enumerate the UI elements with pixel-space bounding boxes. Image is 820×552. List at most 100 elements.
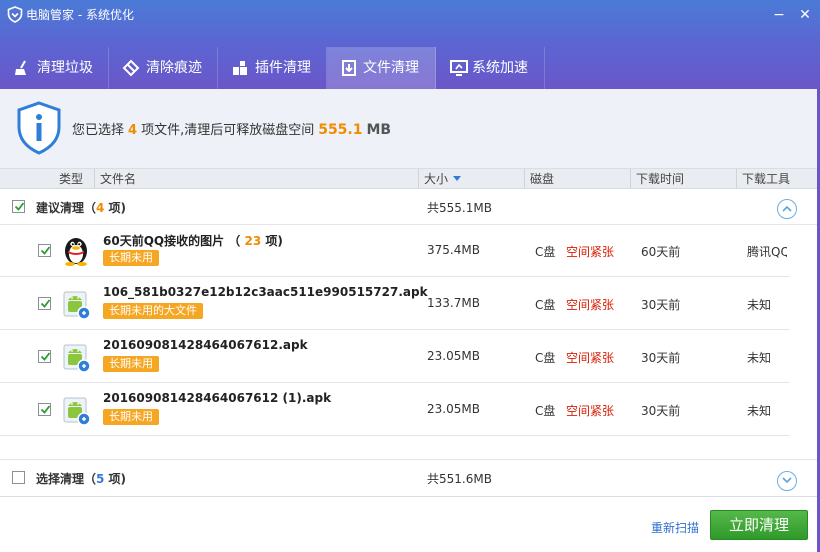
file-size: 23.05MB [427,349,480,363]
group-optional: 选择清理（5 项) 共551.6MB [0,460,820,496]
summary-banner: 您已选择 4 项文件,清理后可释放磁盘空间 555.1 MB [0,89,820,169]
disk-status: 空间紧张 [566,351,615,365]
row-checkbox[interactable] [38,403,51,416]
tab-file-clean[interactable]: 文件清理 [327,47,436,89]
selected-count: 4 [128,123,138,138]
row-checkbox[interactable] [38,350,51,363]
tencent-shield-logo-icon [7,6,23,23]
tab-plugin-clean[interactable]: 插件清理 [218,47,327,89]
file-size: 375.4MB [427,243,480,257]
download-tool: 未知 [747,351,772,365]
check-icon [40,246,51,255]
file-row[interactable]: 60天前QQ接收的图片 （ 23 项) 长期未用 375.4MB C盘 空间紧张… [0,224,790,277]
file-row[interactable]: 20160908142846406761​2.apk 长期未用 23.05MB … [0,330,790,383]
android-apk-icon [63,397,91,426]
rescan-link[interactable]: 重新扫描 [651,519,699,536]
column-header-tool[interactable]: 下载工具 [736,169,820,189]
unused-tag: 长期未用 [103,356,159,372]
group-title-suffix: 项) [104,201,127,215]
column-header-size-label: 大小 [424,172,449,186]
monitor-speed-icon [450,60,468,76]
group-title-prefix: 选择清理（ [36,472,97,486]
tab-clear-traces[interactable]: 清除痕迹 [109,47,218,89]
group-title: 建议清理（4 项) [36,199,126,216]
file-row[interactable]: 106_581b0327e12b12c3aac511e990515727.apk… [0,277,790,330]
freeable-size: 555.1 [318,122,363,138]
top-bar: 电脑管家 - 系统优化 − ✕ 清理垃圾 清除痕迹 插件清理 文件清理 系统加速 [0,0,820,89]
group-title-prefix: 建议清理（ [36,201,97,215]
tab-label: 清理垃圾 [37,60,93,76]
android-apk-icon [63,344,91,373]
clean-now-button[interactable]: 立即清理 [710,510,808,540]
group-title-suffix: 项) [104,472,127,486]
selection-summary: 您已选择 4 项文件,清理后可释放磁盘空间 555.1 MB [72,119,391,138]
column-header-name[interactable]: 文件名 [94,169,418,189]
close-button[interactable]: ✕ [794,4,816,26]
tab-label: 插件清理 [255,60,311,76]
group-checkbox[interactable] [12,200,25,213]
column-header-size[interactable]: 大小 [418,169,524,189]
group-title: 选择清理（5 项) [36,470,126,487]
column-header-disk[interactable]: 磁盘 [524,169,630,189]
sort-desc-icon [453,176,462,181]
unused-tag: 长期未用 [103,250,159,266]
tab-label: 文件清理 [363,60,419,76]
summary-middle: 项文件,清理后可释放磁盘空间 [141,123,315,138]
check-icon [40,405,51,414]
column-header-time[interactable]: 下载时间 [630,169,736,189]
download-tool: 未知 [747,404,772,418]
freeable-unit: MB [366,122,392,138]
file-name: 20160908142846406761​2.apk [103,338,308,352]
expand-button[interactable] [777,471,797,491]
file-disk: C盘 [535,245,556,259]
window-title: 电脑管家 - 系统优化 [26,8,134,22]
file-disk: C盘 [535,404,556,418]
file-size: 23.05MB [427,402,480,416]
title-bar: 电脑管家 - 系统优化 − ✕ [0,0,820,30]
column-header-type[interactable]: 类型 [54,169,94,189]
tab-bar: 清理垃圾 清除痕迹 插件清理 文件清理 系统加速 [0,47,820,89]
download-tool: 腾讯QQ [747,245,787,259]
tab-label: 清除痕迹 [146,60,202,76]
file-name: 201609081428464067612 (1).apk [103,391,332,405]
file-name: 60天前QQ接收的图片 （ 23 项) [103,232,283,249]
chevron-down-icon [782,477,792,484]
check-icon [40,299,51,308]
download-time: 60天前 [641,245,681,259]
file-size: 133.7MB [427,296,480,310]
file-row[interactable]: 201609081428464067612 (1).apk 长期未用 23.05… [0,383,790,436]
tab-system-speedup[interactable]: 系统加速 [436,47,545,89]
minimize-button[interactable]: − [768,4,790,26]
group-recommended: 建议清理（4 项) 共555.1MB [0,189,820,225]
group-checkbox[interactable] [12,471,25,484]
download-tool: 未知 [747,298,772,312]
unused-tag: 长期未用 [103,409,159,425]
broom-icon [15,60,26,75]
file-clean-icon [342,60,356,76]
info-shield-icon [17,101,61,155]
android-apk-icon [63,291,91,320]
unused-large-file-tag: 长期未用的大文件 [103,303,203,319]
disk-status: 空间紧张 [566,298,615,312]
chevron-up-icon [782,205,792,212]
file-disk: C盘 [535,298,556,312]
file-name-text: 60天前QQ接收的图片 （ [103,234,245,248]
eraser-icon [122,59,140,77]
row-checkbox[interactable] [38,297,51,310]
footer-separator [0,496,820,497]
group-total-size: 共555.1MB [427,201,492,215]
check-icon [40,352,51,361]
collapse-button[interactable] [777,199,797,219]
summary-prefix: 您已选择 [72,123,125,138]
download-time: 30天前 [641,298,681,312]
download-time: 30天前 [641,351,681,365]
row-checkbox[interactable] [38,244,51,257]
tab-label: 系统加速 [472,60,528,76]
file-item-count: 23 [244,234,262,248]
disk-status: 空间紧张 [566,404,615,418]
download-time: 30天前 [641,404,681,418]
file-name: 106_581b0327e12b12c3aac511e990515727.apk [103,285,428,299]
table-header: 类型 文件名 大小 磁盘 下载时间 下载工具 [0,169,820,189]
check-icon [14,202,25,211]
tab-clean-junk[interactable]: 清理垃圾 [0,47,109,89]
